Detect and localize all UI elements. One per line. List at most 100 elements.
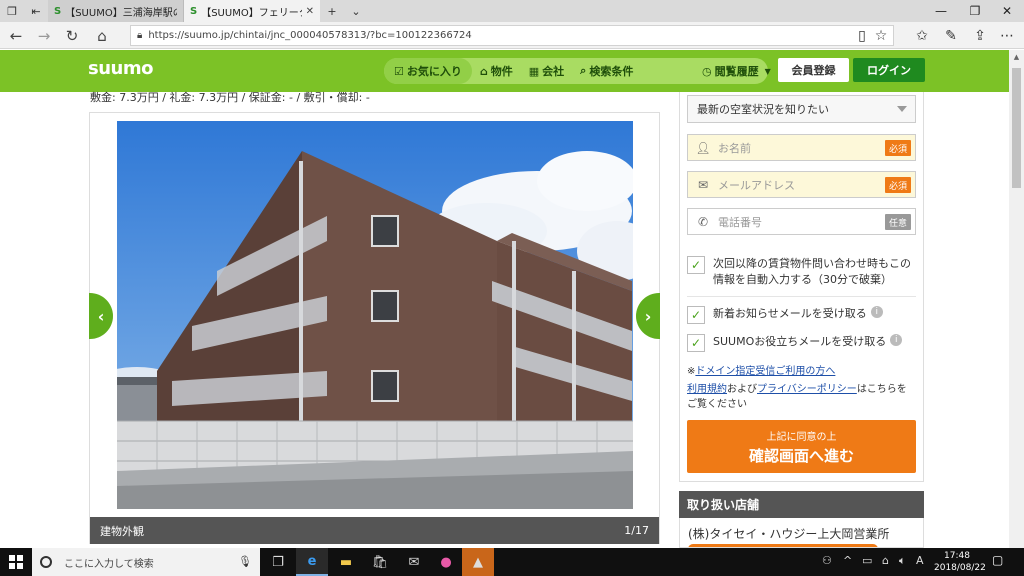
- tips-mail-checkbox[interactable]: ✓: [687, 334, 705, 352]
- confirm-button[interactable]: 上記に同意の上 確認画面へ進む: [687, 420, 916, 473]
- system-clock[interactable]: 17:48 2018/08/22: [934, 550, 986, 574]
- file-explorer-icon[interactable]: ▬: [330, 548, 362, 576]
- domain-settings-link[interactable]: ドメイン指定受信ご利用の方へ: [695, 366, 835, 377]
- tab-title: 【SUUMO】三浦海岸駅の賃貸: [65, 7, 177, 19]
- autofill-checkbox-row: ✓ 次回以降の賃貸物件問い合わせ時もこの情報を自動入力する（30分で破棄）: [687, 256, 916, 288]
- volume-icon[interactable]: 🔈︎: [899, 554, 906, 568]
- url-input[interactable]: 🔒︎ https://suumo.jp/chintai/jnc_00004057…: [130, 25, 894, 46]
- taskbar-search-input[interactable]: ここに入力して検索 🎙︎: [32, 548, 260, 576]
- back-icon[interactable]: ←: [4, 25, 28, 47]
- search-icon: ⌕: [580, 64, 587, 77]
- network-icon[interactable]: ⌂: [882, 554, 889, 567]
- tab-preview-icon[interactable]: ❐: [0, 0, 24, 22]
- edge-browser-icon[interactable]: e: [296, 548, 328, 576]
- favorite-star-icon[interactable]: ☆: [870, 25, 892, 47]
- pinned-app-icon[interactable]: ●: [430, 548, 462, 576]
- more-menu-icon[interactable]: ⋯: [996, 25, 1018, 47]
- info-icon[interactable]: i: [870, 306, 883, 318]
- email-field[interactable]: ✉ メールアドレス 必須: [687, 171, 916, 198]
- scrollbar-thumb[interactable]: [1012, 68, 1021, 188]
- nav-company-label: 会社: [542, 65, 565, 78]
- pinned-app-orange-icon[interactable]: ▲: [462, 548, 494, 576]
- register-button[interactable]: 会員登録: [778, 58, 849, 82]
- notification-icon[interactable]: ▢: [992, 553, 1003, 567]
- nav-property[interactable]: ⌂ 物件: [472, 58, 521, 84]
- url-text: https://suumo.jp/chintai/jnc_00004057831…: [148, 30, 472, 41]
- store-icon[interactable]: 🛍︎: [364, 548, 396, 576]
- new-tab-button[interactable]: +: [320, 0, 344, 22]
- required-badge: 必須: [884, 177, 911, 193]
- tips-mail-label: SUUMOお役立ちメールを受け取る: [713, 335, 887, 348]
- privacy-policy-link[interactable]: プライバシーポリシー: [757, 384, 857, 395]
- domain-note: ※ドメイン指定受信ご利用の方へ: [687, 362, 835, 377]
- confirm-button-main: 確認画面へ進む: [748, 446, 854, 465]
- name-field[interactable]: 👤︎ お名前 必須: [687, 134, 916, 161]
- battery-icon[interactable]: ▭: [862, 554, 872, 567]
- forward-icon[interactable]: →: [32, 25, 56, 47]
- search-circle-icon: [40, 556, 52, 568]
- show-hidden-icons-icon[interactable]: ^: [843, 554, 852, 567]
- browser-tab-active[interactable]: S 【SUUMO】フェリーク三浦 ✕: [184, 0, 320, 22]
- newsletter-label: 新着お知らせメールを受け取る: [713, 307, 867, 320]
- confirm-button-sub: 上記に同意の上: [766, 431, 837, 443]
- newsletter-checkbox[interactable]: ✓: [687, 306, 705, 324]
- chevron-down-icon[interactable]: ⌄: [344, 0, 368, 22]
- inquiry-type-select[interactable]: 最新の空室状況を知りたい: [687, 95, 916, 123]
- share-icon[interactable]: ⇪: [969, 25, 991, 47]
- task-view-icon[interactable]: ❐: [262, 548, 294, 576]
- phone-icon: ✆: [697, 214, 709, 229]
- tips-mail-checkbox-row: ✓ SUUMOお役立ちメールを受け取る i: [687, 334, 916, 352]
- chevron-left-icon: ‹: [97, 306, 105, 326]
- start-button[interactable]: [0, 548, 32, 576]
- info-icon[interactable]: i: [890, 334, 903, 346]
- nav-company[interactable]: ▦ 会社: [521, 58, 572, 84]
- set-aside-tabs-icon[interactable]: ⇤: [24, 0, 48, 22]
- nav-history[interactable]: ◷ 閲覧履歴 ▼: [694, 58, 779, 84]
- suumo-logo[interactable]: suumo: [88, 58, 153, 79]
- terms-link[interactable]: 利用規約: [687, 384, 727, 395]
- home-icon[interactable]: ⌂: [90, 25, 114, 47]
- mail-icon[interactable]: ✉: [398, 548, 430, 576]
- browser-tab-strip: ❐ ⇤ S 【SUUMO】三浦海岸駅の賃貸 S 【SUUMO】フェリーク三浦 ✕…: [0, 0, 1024, 22]
- caret-down-icon: [897, 106, 907, 112]
- pen-notes-icon[interactable]: ✎: [940, 25, 962, 47]
- chevron-right-icon: ›: [644, 306, 652, 326]
- people-icon[interactable]: ⚇: [822, 554, 832, 567]
- phone-field[interactable]: ✆ 電話番号 任意: [687, 208, 916, 235]
- browser-tab[interactable]: S 【SUUMO】三浦海岸駅の賃貸: [48, 0, 184, 22]
- login-button[interactable]: ログイン: [853, 58, 925, 82]
- clock-icon: ◷: [702, 64, 712, 78]
- suumo-favicon-icon: S: [190, 5, 198, 17]
- dealer-heading: 取り扱い店舗: [679, 491, 924, 518]
- nav-favorites[interactable]: ☑ お気に入り: [384, 58, 472, 84]
- optional-badge: 任意: [884, 214, 911, 230]
- refresh-icon[interactable]: ↻: [60, 25, 84, 47]
- house-icon: ⌂: [479, 64, 488, 78]
- scroll-up-icon[interactable]: ▲: [1009, 50, 1024, 64]
- photo-caption-bar: 建物外観 1/17: [90, 517, 659, 544]
- close-window-icon[interactable]: ✕: [990, 0, 1024, 22]
- close-tab-icon[interactable]: ✕: [306, 6, 314, 17]
- photo-counter: 1/17: [624, 524, 649, 537]
- autofill-checkbox[interactable]: ✓: [687, 256, 705, 274]
- clock-date: 2018/08/22: [934, 563, 986, 573]
- nav-search-conditions[interactable]: ⌕ 検索条件: [572, 58, 641, 84]
- suumo-favicon-icon: S: [54, 5, 62, 17]
- site-header: suumo ☑ お気に入り ⌂ 物件 ▦ 会社 ⌕ 検索条件 ◷ 閲覧履歴 ▼ …: [0, 50, 1009, 92]
- envelope-icon: ✉: [697, 177, 709, 192]
- favorites-hub-icon[interactable]: ✩: [911, 25, 933, 47]
- phone-placeholder: 電話番号: [718, 215, 762, 229]
- tab-title: 【SUUMO】フェリーク三浦: [201, 7, 301, 19]
- building-exterior-photo: [117, 121, 633, 509]
- minimize-icon[interactable]: —: [924, 0, 958, 22]
- caret-down-icon: ▼: [764, 66, 771, 76]
- dealer-name[interactable]: (株)タイセイ・ハウジー上大岡営業所: [688, 525, 889, 542]
- windows-logo-icon: [9, 555, 23, 569]
- page-scrollbar[interactable]: ▲: [1009, 50, 1024, 548]
- restore-icon[interactable]: ❐: [958, 0, 992, 22]
- ime-mode-indicator[interactable]: A: [916, 554, 924, 567]
- building-photo-svg: [117, 121, 633, 509]
- windows-taskbar: ここに入力して検索 🎙︎ ❐ e ▬ 🛍︎ ✉ ● ▲ ⚇ ^ ▭ ⌂ 🔈︎ A…: [0, 548, 1024, 576]
- nav-favorites-label: お気に入り: [406, 65, 462, 78]
- microphone-icon[interactable]: 🎙︎: [238, 555, 252, 568]
